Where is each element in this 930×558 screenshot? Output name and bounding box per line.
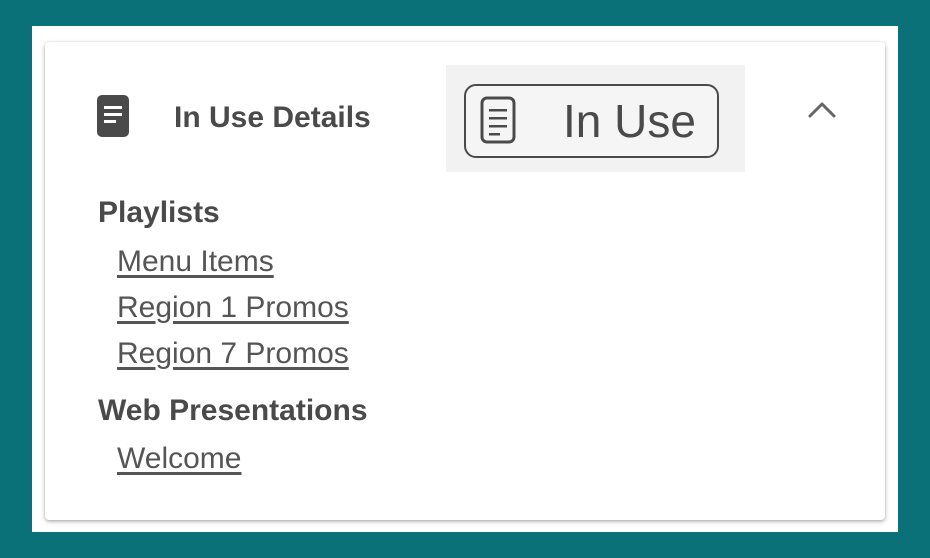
playlist-link-menu-items[interactable]: Menu Items [117, 243, 274, 281]
section-heading-playlists: Playlists [98, 196, 220, 229]
section-heading-web-presentations: Web Presentations [98, 394, 368, 427]
document-icon [97, 95, 129, 137]
web-presentation-link-welcome[interactable]: Welcome [117, 440, 241, 478]
document-icon [480, 96, 516, 144]
playlist-link-region-7-promos[interactable]: Region 7 Promos [117, 335, 349, 373]
playlist-link-region-1-promos[interactable]: Region 1 Promos [117, 289, 349, 327]
panel-title: In Use Details [174, 101, 371, 134]
chevron-up-icon[interactable] [804, 94, 840, 124]
status-label: In Use [563, 95, 696, 147]
